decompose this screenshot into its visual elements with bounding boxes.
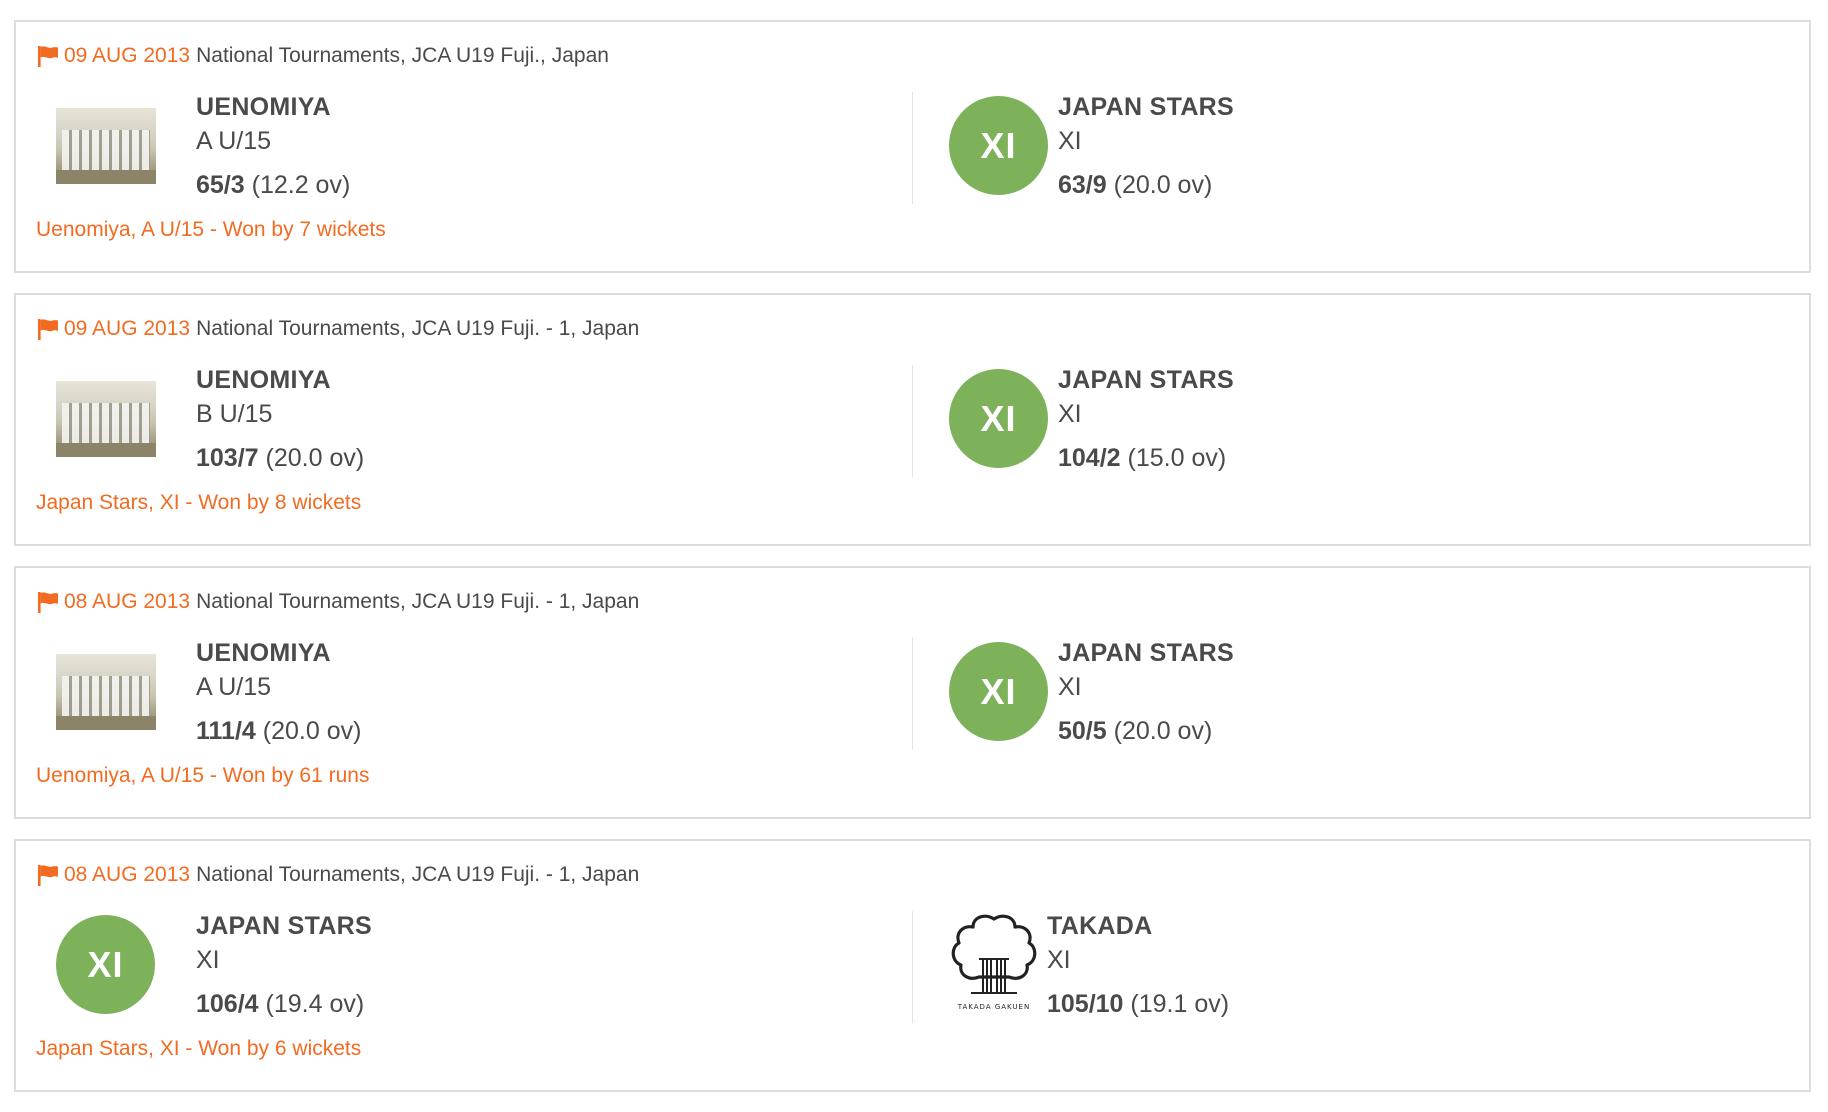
team-score: 111/4 (20.0 ov) — [196, 716, 361, 746]
match-card[interactable]: 09 AUG 2013 National Tournaments, JCA U1… — [14, 293, 1811, 546]
xi-badge-text: XI — [980, 397, 1017, 439]
svg-text:TAKADA GAKUEN: TAKADA GAKUEN — [957, 1003, 1030, 1011]
team-photo-icon — [56, 654, 156, 730]
xi-badge-icon: XI — [949, 96, 1048, 195]
score-overs: (20.0 ov) — [265, 444, 365, 472]
team-photo-icon — [56, 108, 156, 184]
match-result[interactable]: Japan Stars, XI - Won by 6 wickets — [36, 1037, 361, 1061]
score-overs: (20.0 ov) — [262, 717, 362, 745]
flag-icon — [38, 865, 58, 886]
xi-badge-icon: XI — [949, 642, 1048, 741]
team-sub: XI — [1058, 673, 1082, 701]
match-venue[interactable]: National Tournaments, JCA U19 Fuji. - 1,… — [196, 317, 639, 341]
xi-badge-text: XI — [980, 124, 1017, 166]
match-date: 09 AUG 2013 — [64, 44, 191, 67]
match-venue[interactable]: National Tournaments, JCA U19 Fuji. - 1,… — [196, 863, 639, 887]
score-runs: 65/3 — [196, 171, 245, 199]
match-date: 08 AUG 2013 — [64, 863, 191, 886]
team-sub: XI — [1058, 400, 1082, 428]
score-runs: 106/4 — [196, 990, 259, 1018]
score-overs: (20.0 ov) — [1113, 717, 1213, 745]
team-name[interactable]: JAPAN STARS — [1058, 92, 1234, 122]
team-name[interactable]: JAPAN STARS — [1058, 365, 1234, 395]
score-runs: 111/4 — [196, 717, 256, 745]
tree-emblem-icon: TAKADA GAKUEN — [949, 909, 1039, 1013]
flag-icon — [38, 46, 58, 67]
xi-badge-text: XI — [87, 943, 124, 985]
team-name[interactable]: JAPAN STARS — [196, 911, 372, 941]
match-header: 09 AUG 2013 National Tournaments, JCA U1… — [36, 44, 609, 68]
team-photo-icon — [56, 381, 156, 457]
score-runs: 104/2 — [1058, 444, 1121, 472]
match-card[interactable]: 08 AUG 2013 National Tournaments, JCA U1… — [14, 566, 1811, 819]
home-team[interactable]: UENOMIYA A U/15 65/3 (12.2 ov) — [36, 92, 906, 222]
flag-icon — [38, 319, 58, 340]
score-overs: (20.0 ov) — [1113, 171, 1213, 199]
team-score: 50/5 (20.0 ov) — [1058, 716, 1234, 746]
match-card[interactable]: 08 AUG 2013 National Tournaments, JCA U1… — [14, 839, 1811, 1092]
home-team[interactable]: XI JAPAN STARS XI 106/4 (19.4 ov) — [36, 911, 906, 1041]
team-sub: XI — [1047, 946, 1071, 974]
xi-badge-icon: XI — [56, 915, 155, 1014]
team-name[interactable]: UENOMIYA — [196, 365, 364, 395]
away-team[interactable]: XI JAPAN STARS XI 63/9 (20.0 ov) — [911, 92, 1791, 222]
score-runs: 105/10 — [1047, 990, 1124, 1018]
score-runs: 103/7 — [196, 444, 259, 472]
home-team[interactable]: UENOMIYA A U/15 111/4 (20.0 ov) — [36, 638, 906, 768]
team-name[interactable]: TAKADA — [1047, 911, 1229, 941]
away-team[interactable]: TAKADA GAKUEN TAKADA XI 105/10 (19.1 ov) — [911, 911, 1791, 1041]
match-list: 09 AUG 2013 National Tournaments, JCA U1… — [14, 20, 1811, 1112]
score-overs: (19.1 ov) — [1130, 990, 1230, 1018]
match-venue[interactable]: National Tournaments, JCA U19 Fuji. - 1,… — [196, 590, 639, 614]
home-team[interactable]: UENOMIYA B U/15 103/7 (20.0 ov) — [36, 365, 906, 495]
match-date: 09 AUG 2013 — [64, 317, 191, 340]
away-team[interactable]: XI JAPAN STARS XI 50/5 (20.0 ov) — [911, 638, 1791, 768]
xi-badge-text: XI — [980, 670, 1017, 712]
team-sub: A U/15 — [196, 673, 272, 701]
team-score: 103/7 (20.0 ov) — [196, 443, 364, 473]
match-result[interactable]: Uenomiya, A U/15 - Won by 7 wickets — [36, 218, 386, 242]
team-score: 63/9 (20.0 ov) — [1058, 170, 1234, 200]
xi-badge-icon: XI — [949, 369, 1048, 468]
match-venue[interactable]: National Tournaments, JCA U19 Fuji., Jap… — [196, 44, 609, 68]
team-name[interactable]: UENOMIYA — [196, 638, 361, 668]
team-score: 105/10 (19.1 ov) — [1047, 989, 1229, 1019]
team-name[interactable]: JAPAN STARS — [1058, 638, 1234, 668]
team-name[interactable]: UENOMIYA — [196, 92, 350, 122]
score-runs: 63/9 — [1058, 171, 1107, 199]
score-overs: (15.0 ov) — [1127, 444, 1227, 472]
match-card[interactable]: 09 AUG 2013 National Tournaments, JCA U1… — [14, 20, 1811, 273]
team-sub: XI — [1058, 127, 1082, 155]
team-score: 104/2 (15.0 ov) — [1058, 443, 1234, 473]
score-runs: 50/5 — [1058, 717, 1107, 745]
score-overs: (19.4 ov) — [265, 990, 365, 1018]
match-header: 08 AUG 2013 National Tournaments, JCA U1… — [36, 863, 639, 887]
team-sub: XI — [196, 946, 220, 974]
match-header: 09 AUG 2013 National Tournaments, JCA U1… — [36, 317, 639, 341]
match-result[interactable]: Japan Stars, XI - Won by 8 wickets — [36, 491, 361, 515]
team-sub: A U/15 — [196, 127, 272, 155]
team-sub: B U/15 — [196, 400, 273, 428]
match-header: 08 AUG 2013 National Tournaments, JCA U1… — [36, 590, 639, 614]
flag-icon — [38, 592, 58, 613]
team-score: 106/4 (19.4 ov) — [196, 989, 372, 1019]
match-result[interactable]: Uenomiya, A U/15 - Won by 61 runs — [36, 764, 369, 788]
score-overs: (12.2 ov) — [251, 171, 351, 199]
match-date: 08 AUG 2013 — [64, 590, 191, 613]
away-team[interactable]: XI JAPAN STARS XI 104/2 (15.0 ov) — [911, 365, 1791, 495]
team-score: 65/3 (12.2 ov) — [196, 170, 350, 200]
